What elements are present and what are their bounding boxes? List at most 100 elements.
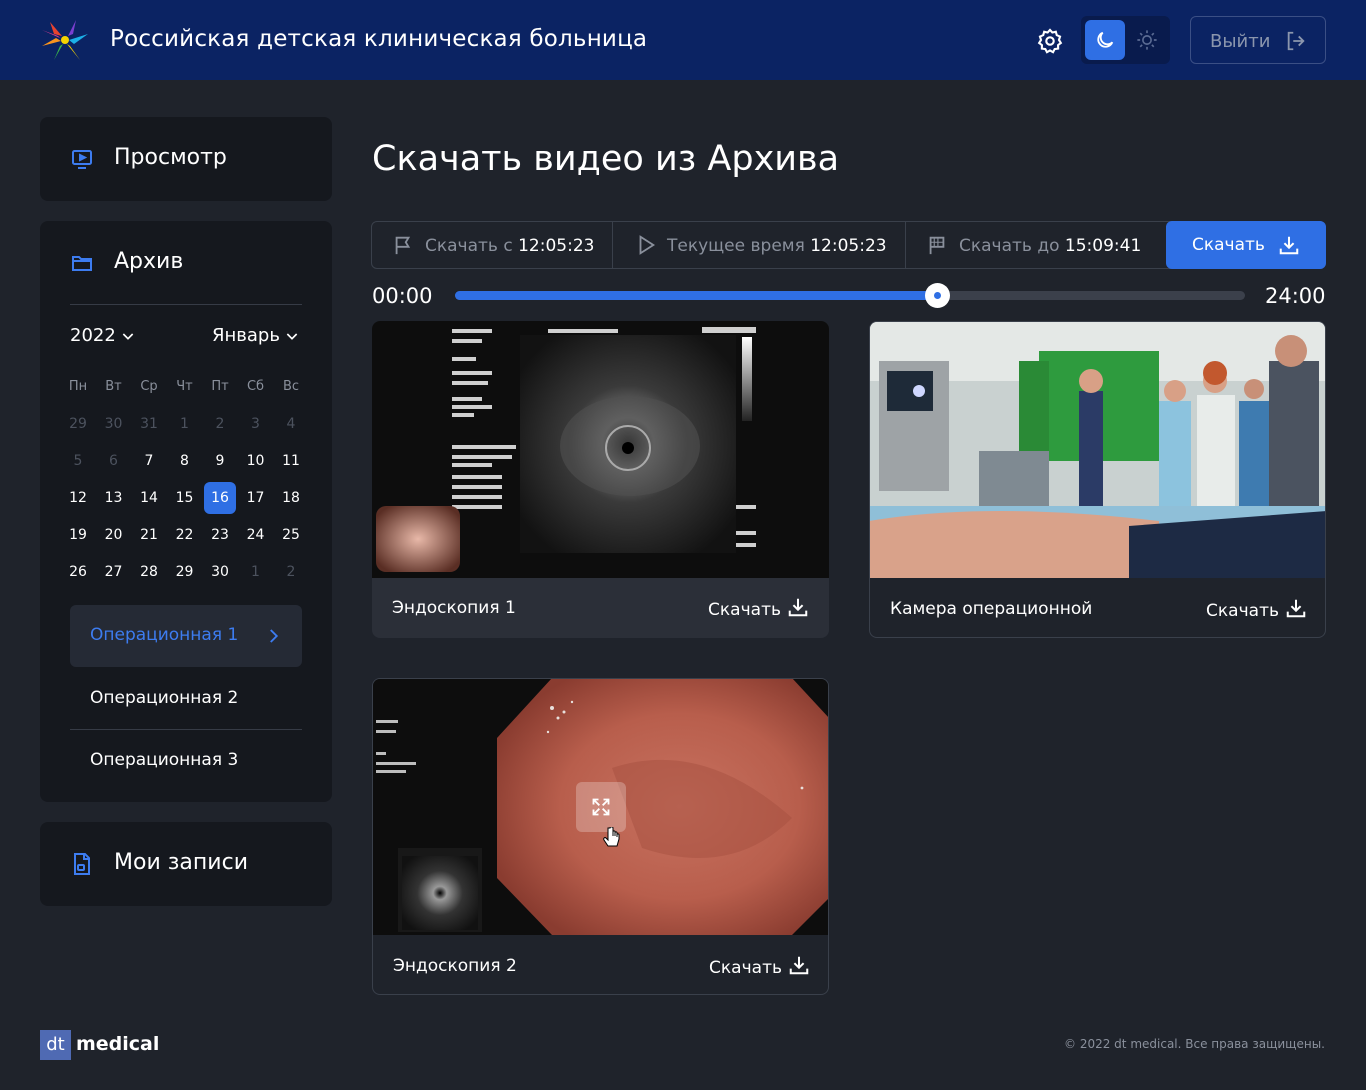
- video-thumbnail[interactable]: [869, 321, 1326, 578]
- calendar-day[interactable]: 4: [275, 408, 307, 440]
- current-time-value: 12:05:23: [810, 236, 887, 256]
- calendar-day[interactable]: 10: [240, 445, 272, 477]
- calendar-day[interactable]: 17: [240, 482, 272, 514]
- nav-my-records[interactable]: Мои записи: [40, 822, 332, 906]
- download-icon: [1286, 599, 1306, 618]
- calendar-day[interactable]: 5: [62, 445, 94, 477]
- calendar-day[interactable]: 3: [240, 408, 272, 440]
- calendar-day[interactable]: 26: [62, 556, 94, 588]
- calendar-day[interactable]: 22: [169, 519, 201, 551]
- brand-logo: dt medical: [40, 1030, 159, 1060]
- video-download-button[interactable]: Скачать: [708, 596, 809, 620]
- calendar-day[interactable]: 23: [204, 519, 236, 551]
- range-start-field[interactable]: Скачать с 12:05:23: [372, 222, 612, 268]
- nav-records-label: Мои записи: [114, 850, 248, 875]
- room-label: Операционная 3: [90, 750, 239, 770]
- calendar-day[interactable]: 29: [169, 556, 201, 588]
- calendar-day[interactable]: 18: [275, 482, 307, 514]
- document-icon: [74, 853, 90, 875]
- finish-flag-icon: [929, 236, 945, 255]
- calendar-day[interactable]: 2: [275, 556, 307, 588]
- calendar-day[interactable]: 20: [98, 519, 130, 551]
- dark-theme-button[interactable]: [1085, 20, 1125, 60]
- video-footer: Эндоскопия 2 Скачать: [373, 936, 828, 994]
- calendar-day[interactable]: 6: [98, 445, 130, 477]
- year-select[interactable]: 2022: [70, 325, 136, 346]
- download-icon: [788, 598, 808, 617]
- calendar-day[interactable]: 9: [204, 445, 236, 477]
- nav-view[interactable]: Просмотр: [40, 117, 332, 201]
- calendar-day[interactable]: 24: [240, 519, 272, 551]
- calendar-day[interactable]: 21: [133, 519, 165, 551]
- timeline-thumb[interactable]: [924, 283, 950, 308]
- expand-button[interactable]: [576, 782, 626, 832]
- video-title: Камера операционной: [890, 599, 1093, 619]
- room-item-3[interactable]: Операционная 3: [70, 730, 302, 792]
- room-label: Операционная 1: [90, 625, 239, 645]
- light-theme-button[interactable]: [1127, 20, 1167, 60]
- app-header: Российская детская клиническая больница …: [0, 0, 1366, 80]
- current-time-field[interactable]: Текущее время 12:05:23: [613, 222, 905, 268]
- brand-short: dt: [40, 1030, 71, 1060]
- video-thumbnail[interactable]: [372, 321, 829, 578]
- logo-icon[interactable]: [40, 16, 90, 64]
- range-end-field[interactable]: Скачать до 15:09:41: [906, 222, 1166, 268]
- chevron-down-icon: [122, 333, 134, 340]
- calendar-day[interactable]: 11: [275, 445, 307, 477]
- calendar-day[interactable]: 8: [169, 445, 201, 477]
- calendar-day[interactable]: 19: [62, 519, 94, 551]
- play-icon: [639, 235, 656, 255]
- calendar-day[interactable]: 15: [169, 482, 201, 514]
- timeline-track[interactable]: [455, 283, 1245, 308]
- room-item-2[interactable]: Операционная 2: [70, 668, 302, 730]
- calendar-day[interactable]: 1: [240, 556, 272, 588]
- weekday-label: Сб: [246, 379, 265, 394]
- current-time-label: Текущее время: [667, 236, 805, 256]
- calendar-day[interactable]: 13: [98, 482, 130, 514]
- flag-icon: [395, 236, 411, 255]
- calendar-day[interactable]: 7: [133, 445, 165, 477]
- calendar-day[interactable]: 30: [204, 556, 236, 588]
- gear-icon[interactable]: [1036, 27, 1064, 55]
- theme-toggle: [1081, 16, 1170, 64]
- weekday-label: Вс: [282, 379, 300, 394]
- calendar-day[interactable]: 31: [133, 408, 165, 440]
- logout-icon: [1287, 31, 1305, 51]
- download-icon: [1279, 236, 1299, 255]
- weekday-label: Пн: [68, 379, 88, 394]
- nav-archive: Архив 2022 Январь Пн Вт Ср Чт Пт Сб Вс 29 30 31 1 2…: [40, 221, 332, 802]
- timeline-end-time: 24:00: [1265, 284, 1326, 308]
- calendar-day[interactable]: 12: [62, 482, 94, 514]
- calendar-day[interactable]: 14: [133, 482, 165, 514]
- month-select[interactable]: Январь: [212, 325, 300, 346]
- range-start-label: Скачать с: [425, 236, 513, 256]
- room-item-1[interactable]: Операционная 1: [70, 605, 302, 667]
- calendar-day[interactable]: 25: [275, 519, 307, 551]
- expand-icon: [592, 798, 610, 816]
- play-screen-icon: [72, 150, 92, 169]
- weekday-label: Пт: [211, 379, 229, 394]
- video-download-button[interactable]: Скачать: [709, 954, 810, 978]
- video-download-label: Скачать: [1206, 601, 1279, 621]
- calendar-day[interactable]: 2: [204, 408, 236, 440]
- cursor-icon: [603, 827, 620, 847]
- copyright: © 2022 dt medical. Все права защищены.: [1064, 1037, 1325, 1051]
- calendar-day[interactable]: 27: [98, 556, 130, 588]
- video-download-button[interactable]: Скачать: [1206, 597, 1307, 621]
- logout-button[interactable]: Выйти: [1190, 16, 1326, 64]
- download-range-button[interactable]: Скачать: [1166, 221, 1326, 269]
- weekday-label: Вт: [105, 379, 122, 394]
- room-label: Операционная 2: [90, 688, 239, 708]
- calendar-day-selected[interactable]: 16: [204, 482, 236, 514]
- page-title: Скачать видео из Архива: [372, 139, 840, 179]
- folder-icon: [72, 256, 92, 271]
- video-title: Эндоскопия 1: [392, 598, 516, 618]
- calendar-day[interactable]: 29: [62, 408, 94, 440]
- calendar-day[interactable]: 1: [169, 408, 201, 440]
- calendar-day[interactable]: 28: [133, 556, 165, 588]
- month-value: Январь: [212, 325, 280, 346]
- weekday-label: Ср: [140, 379, 158, 394]
- calendar-day[interactable]: 30: [98, 408, 130, 440]
- nav-archive-label[interactable]: Архив: [114, 249, 183, 274]
- video-footer: Эндоскопия 1 Скачать: [372, 578, 829, 638]
